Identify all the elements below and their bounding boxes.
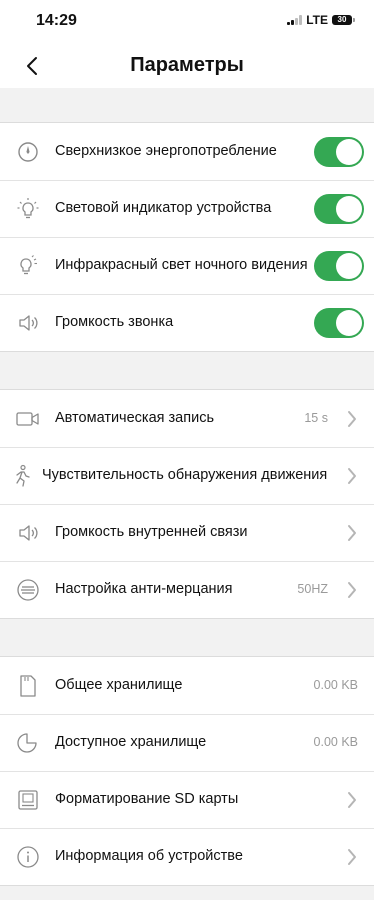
row-label: Громкость внутренней связи [55,524,248,540]
chevron-right-icon [346,847,358,867]
pie-chart-icon [16,731,40,755]
ring-volume-toggle[interactable] [314,308,364,338]
page-title: Параметры [130,54,244,76]
row-label: Чувствительность обнаружения движения [42,467,328,483]
speaker-icon [16,311,40,335]
row-motion-sensitivity[interactable]: Чувствительность обнаружения движения [0,447,374,504]
chevron-right-icon [346,523,358,543]
available-storage-value: 0.00 KB [313,735,358,749]
chevron-right-icon [346,466,358,486]
row-auto-recording[interactable]: Автоматическая запись 15 s [0,390,374,447]
row-label: Общее хранилище [55,677,183,693]
row-label: Настройка анти-мерцания [55,581,233,597]
chevron-right-icon [346,409,358,429]
anti-flicker-value: 50HZ [297,582,328,596]
chevron-right-icon [346,580,358,600]
status-time: 14:29 [36,12,77,29]
row-label: Световой индикатор устройства [55,200,272,216]
anti-flicker-icon [16,578,40,602]
row-device-info[interactable]: Информация об устройстве [0,828,374,885]
infrared-light-icon [16,254,40,278]
video-camera-icon [16,407,40,431]
format-drive-icon [16,788,40,812]
row-label: Информация об устройстве [55,848,243,864]
network-label: LTE [306,13,328,27]
battery-icon: 30 [332,15,355,25]
auto-recording-value: 15 s [304,411,328,425]
ultra-low-power-toggle[interactable] [314,137,364,167]
row-ultra-low-power: Сверхнизкое энергопотребление [0,123,374,180]
row-infrared-night-vision: Инфракрасный свет ночного видения [0,237,374,294]
total-storage-value: 0.00 KB [313,678,358,692]
row-available-storage: Доступное хранилище 0.00 KB [0,714,374,771]
info-icon [16,845,40,869]
sd-card-icon [16,674,40,698]
row-label: Громкость звонка [55,314,174,330]
running-person-icon [10,464,34,488]
row-anti-flicker[interactable]: Настройка анти-мерцания 50HZ [0,561,374,618]
nav-bar: Параметры [0,44,374,88]
status-indicators: LTE 30 [287,13,355,27]
infrared-night-vision-toggle[interactable] [314,251,364,281]
row-label: Сверхнизкое энергопотребление [55,143,277,159]
row-label: Доступное хранилище [55,734,207,750]
speaker-icon [16,521,40,545]
section-power-settings: Сверхнизкое энергопотребление Световой и… [0,122,374,352]
row-label: Форматирование SD карты [55,791,239,807]
signal-icon [287,15,303,25]
lightbulb-icon [16,197,40,221]
chevron-right-icon [346,790,358,810]
row-format-sd[interactable]: Форматирование SD карты [0,771,374,828]
row-intercom-volume[interactable]: Громкость внутренней связи [0,504,374,561]
row-label: Автоматическая запись [55,410,214,426]
status-bar: 14:29 LTE 30 [0,0,374,44]
status-light-toggle[interactable] [314,194,364,224]
row-total-storage: Общее хранилище 0.00 KB [0,657,374,714]
section-recording-settings: Автоматическая запись 15 s Чувствительно… [0,389,374,619]
section-storage: Общее хранилище 0.00 KB Доступное хранил… [0,656,374,886]
compass-icon [16,140,40,164]
row-ring-volume: Громкость звонка [0,294,374,351]
row-label: Инфракрасный свет ночного видения [55,257,308,273]
row-status-light: Световой индикатор устройства [0,180,374,237]
